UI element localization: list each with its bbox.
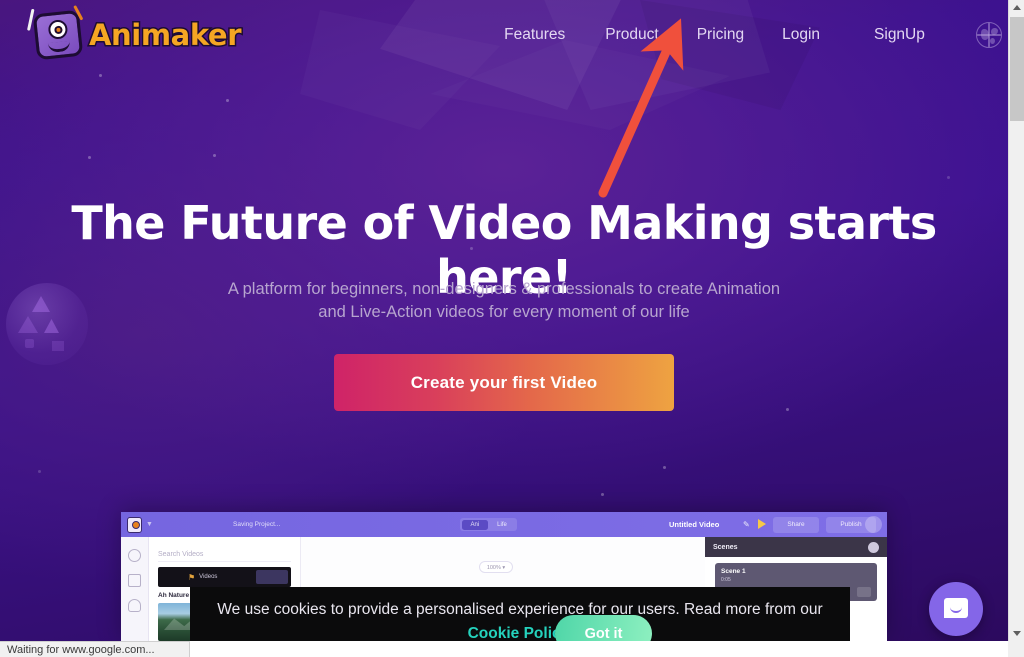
- cookie-consent-banner: We use cookies to provide a personalised…: [190, 587, 850, 641]
- scrollbar-corner: [1008, 641, 1024, 657]
- preview-search-input[interactable]: Search Videos: [158, 547, 291, 562]
- star-decoration: [786, 408, 789, 411]
- animaker-logo[interactable]: Animaker: [27, 4, 243, 61]
- globe-icon[interactable]: [975, 22, 1002, 48]
- preview-mode-toggle[interactable]: Ani Life: [460, 518, 518, 531]
- browser-status-bar: Waiting for www.google.com...: [0, 641, 190, 657]
- star-decoration: [663, 466, 666, 469]
- scroll-down-arrow-icon[interactable]: [1009, 625, 1024, 641]
- preview-app-logo-icon: [127, 516, 142, 533]
- preview-saving-status: Saving Project...: [233, 521, 281, 528]
- preview-share-button[interactable]: Share: [773, 516, 819, 533]
- preview-zoom-control[interactable]: 100% ▾: [479, 561, 513, 573]
- nav-item-product[interactable]: Product: [605, 26, 658, 44]
- preview-scenes-header: Scenes: [705, 537, 887, 557]
- preview-chevron-down-icon: ▼: [146, 521, 153, 528]
- preview-play-icon[interactable]: [758, 519, 766, 529]
- hero-subtitle: A platform for beginners, non-designers …: [0, 278, 1008, 324]
- nav-item-signup[interactable]: SignUp: [874, 26, 925, 44]
- cookie-text: We use cookies to provide a personalised…: [217, 601, 823, 618]
- preview-scene-duration: 0:05: [721, 577, 731, 583]
- preview-search-icon[interactable]: [128, 549, 141, 562]
- nav-item-pricing[interactable]: Pricing: [697, 26, 744, 44]
- chat-bubble-icon: [944, 598, 968, 618]
- star-decoration: [213, 154, 216, 157]
- preview-pin-icon: ⚑: [188, 572, 196, 582]
- preview-video-chip[interactable]: [256, 570, 288, 584]
- preview-project-title: Untitled Video: [669, 520, 720, 529]
- preview-video-row[interactable]: ⚑ Videos: [158, 567, 291, 587]
- star-decoration: [99, 74, 102, 77]
- star-decoration: [947, 176, 950, 179]
- logo-text: Animaker: [87, 17, 243, 54]
- star-decoration: [88, 156, 91, 159]
- cookie-banner-text: We use cookies to provide a personalised…: [208, 598, 832, 641]
- preview-toggle-left[interactable]: Ani: [461, 519, 489, 530]
- preview-media-icon[interactable]: [128, 574, 141, 587]
- hero-subtitle-line2: and Live-Action videos for every moment …: [318, 303, 690, 321]
- nav-links: Features Product Pricing Login SignUp: [504, 22, 1002, 48]
- preview-avatar[interactable]: [865, 516, 882, 533]
- preview-left-rail: [121, 537, 149, 641]
- scrollbar-thumb[interactable]: [1010, 17, 1024, 121]
- star-decoration: [226, 99, 229, 102]
- preview-toolbar: ▼ Saving Project... Ani Life Untitled Vi…: [121, 512, 887, 537]
- browser-viewport: Animaker Features Product Pricing Login …: [0, 0, 1024, 657]
- star-decoration: [38, 470, 41, 473]
- cookie-accept-button[interactable]: Got it: [555, 615, 652, 641]
- nav-item-features[interactable]: Features: [504, 26, 565, 44]
- preview-scenes-menu-icon[interactable]: [868, 541, 879, 553]
- webpage-content: Animaker Features Product Pricing Login …: [0, 0, 1008, 641]
- preview-video-row-label: Videos: [199, 574, 218, 580]
- preview-scene-name: Scene 1: [721, 568, 746, 575]
- create-first-video-button[interactable]: Create your first Video: [334, 354, 674, 411]
- chat-widget-button[interactable]: [929, 582, 983, 636]
- preview-scenes-title: Scenes: [713, 543, 738, 551]
- preview-character-icon[interactable]: [128, 599, 141, 612]
- nav-item-login[interactable]: Login: [782, 26, 820, 44]
- scroll-up-arrow-icon[interactable]: [1009, 0, 1024, 16]
- preview-scene-thumb: [857, 587, 871, 597]
- vertical-scrollbar[interactable]: [1008, 0, 1024, 641]
- hero-subtitle-line1: A platform for beginners, non-designers …: [227, 280, 781, 298]
- preview-edit-pencil-icon[interactable]: ✎: [743, 520, 750, 529]
- main-navigation: Animaker Features Product Pricing Login …: [0, 0, 1008, 70]
- animaker-mascot-icon: [27, 4, 84, 61]
- preview-zoom-value: 100%: [486, 565, 501, 571]
- preview-toggle-right[interactable]: Life: [488, 520, 516, 530]
- star-decoration: [601, 493, 604, 496]
